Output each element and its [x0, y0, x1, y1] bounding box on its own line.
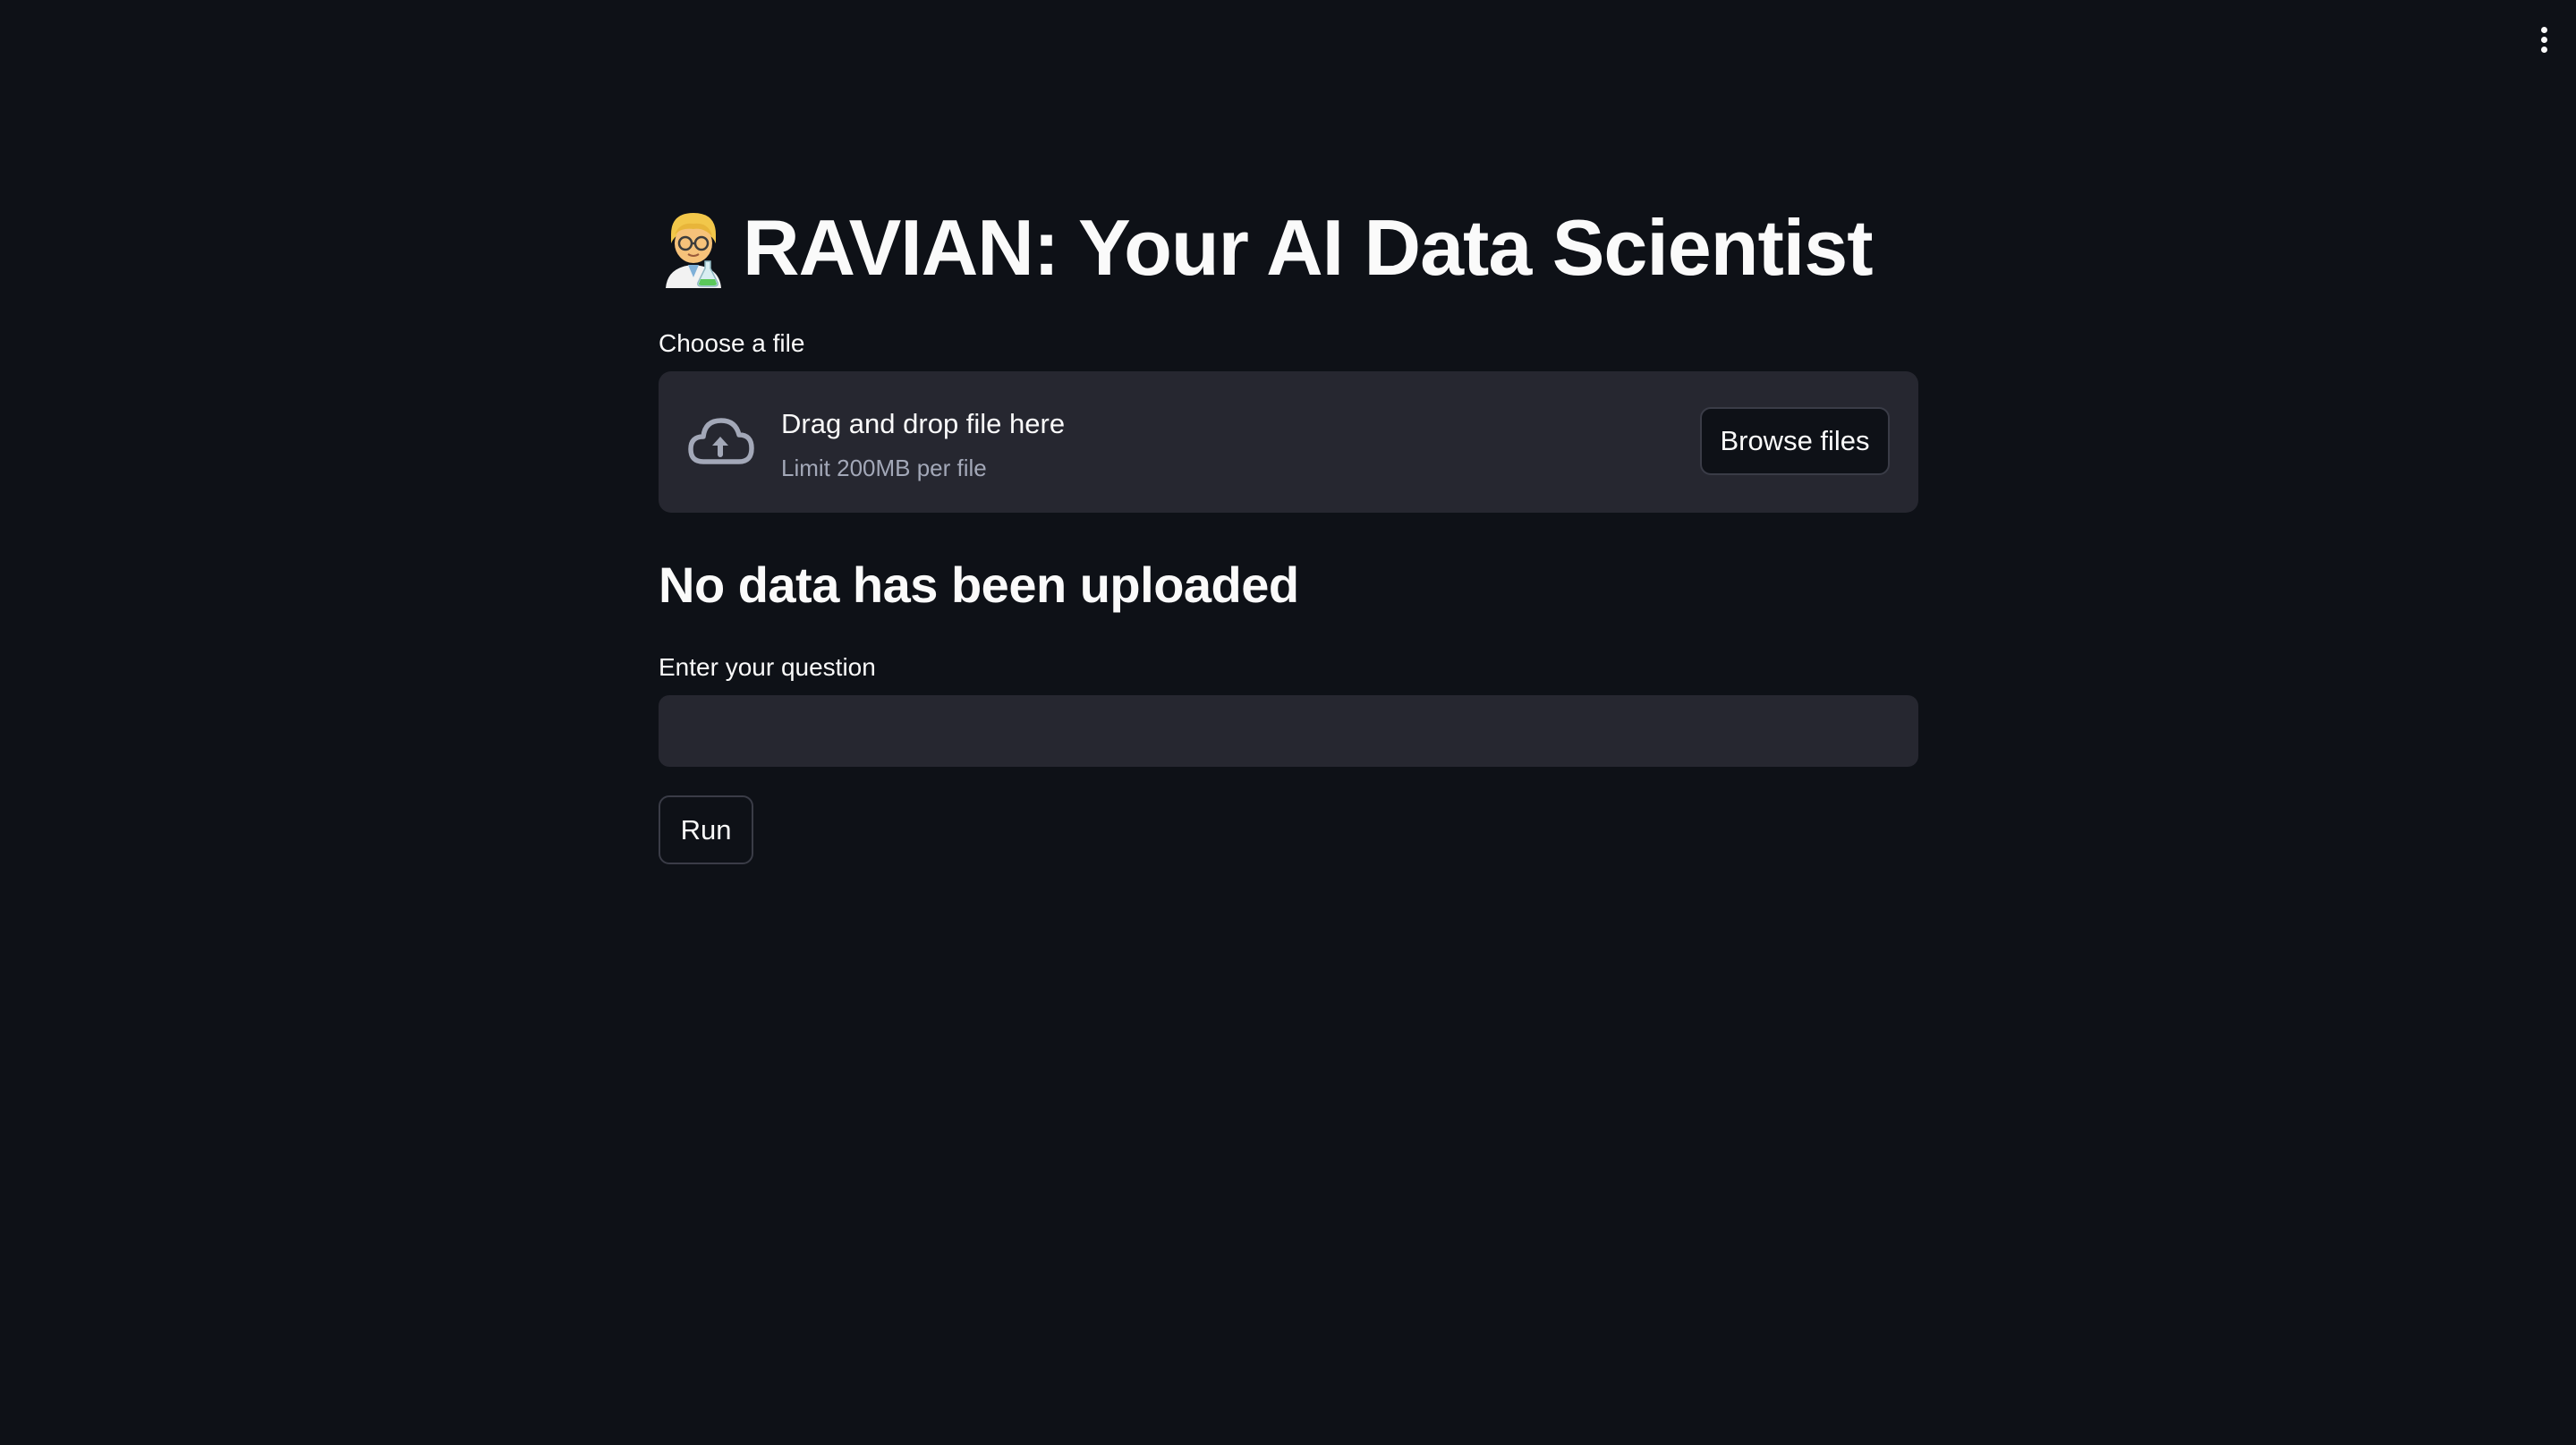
page-title: RAVIAN: Your AI Data Scientist	[659, 199, 1873, 297]
page-title-text: RAVIAN: Your AI Data Scientist	[743, 203, 1873, 292]
file-dropzone[interactable]: Drag and drop file here Limit 200MB per …	[659, 371, 1918, 513]
upload-status-heading: No data has been uploaded	[659, 557, 1299, 613]
run-button[interactable]: Run	[659, 795, 753, 864]
scientist-emoji-icon	[666, 213, 721, 288]
browse-files-button[interactable]: Browse files	[1700, 407, 1890, 475]
question-input[interactable]	[659, 695, 1918, 767]
uploader-label: Choose a file	[659, 329, 805, 357]
question-label: Enter your question	[659, 653, 876, 681]
cloud-upload-icon	[688, 418, 754, 464]
kebab-menu-icon[interactable]	[2524, 20, 2563, 59]
dropzone-limit: Limit 200MB per file	[781, 455, 987, 481]
dropzone-instructions: Drag and drop file here	[781, 408, 1066, 439]
